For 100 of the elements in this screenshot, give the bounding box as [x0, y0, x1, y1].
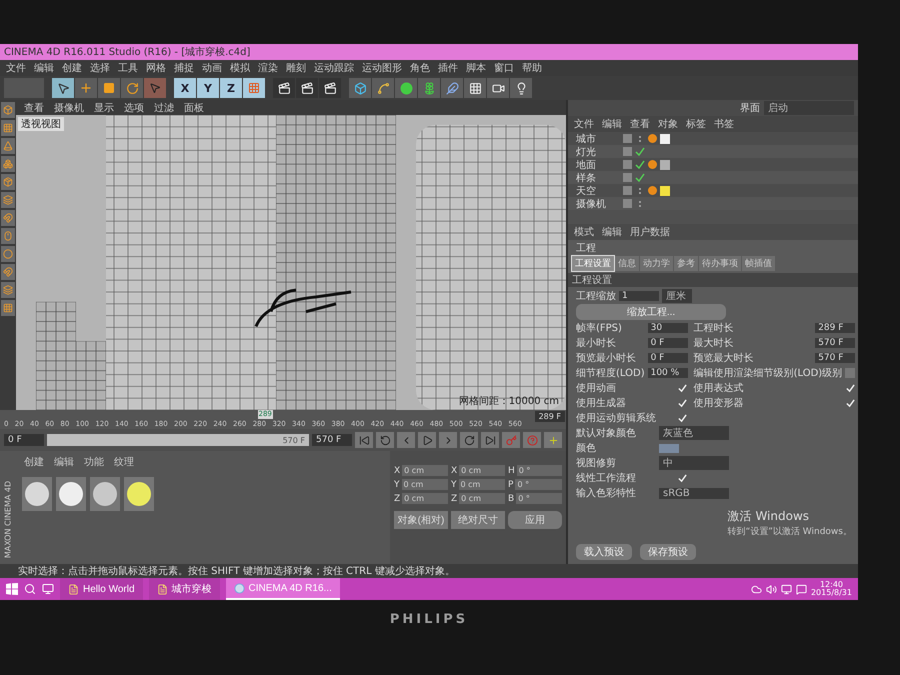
- spline-icon[interactable]: [372, 78, 394, 98]
- rotate-tool-icon[interactable]: [121, 78, 143, 98]
- render-clapper-icon[interactable]: [273, 78, 295, 98]
- menu-item[interactable]: 文件: [6, 61, 26, 75]
- clock[interactable]: 12:40 2015/8/31: [810, 581, 852, 597]
- dropdown[interactable]: sRGB: [659, 488, 729, 498]
- tab[interactable]: 工程设置: [572, 256, 614, 271]
- floor-grid-icon[interactable]: [464, 78, 486, 98]
- tool-icon[interactable]: [1, 156, 15, 172]
- menu-item[interactable]: 插件: [438, 61, 458, 75]
- checkbox[interactable]: [678, 383, 688, 393]
- preview-range-track[interactable]: 570 F: [47, 434, 309, 446]
- menu-item[interactable]: 标签: [686, 117, 706, 131]
- tab[interactable]: 帧插值: [742, 256, 775, 271]
- playback-icon[interactable]: [397, 432, 415, 448]
- playback-icon[interactable]: [355, 432, 373, 448]
- menu-item[interactable]: 脚本: [466, 61, 486, 75]
- menu-item[interactable]: 过滤: [154, 100, 174, 114]
- object-row[interactable]: 样条: [568, 171, 858, 184]
- camera-icon[interactable]: [487, 78, 509, 98]
- number-field[interactable]: 570 F: [815, 338, 856, 348]
- menu-item[interactable]: 选项: [124, 100, 144, 114]
- rotation-field[interactable]: 0 °: [516, 493, 562, 504]
- flower-icon[interactable]: [418, 78, 440, 98]
- menu-item[interactable]: 雕刻: [286, 61, 306, 75]
- apply-button[interactable]: 应用: [508, 511, 562, 529]
- move-tool-icon[interactable]: [75, 78, 97, 98]
- axis-button[interactable]: Y: [197, 78, 219, 98]
- light-bulb-icon[interactable]: [510, 78, 532, 98]
- start-icon[interactable]: [6, 583, 18, 595]
- preset-button[interactable]: 载入预设: [576, 544, 632, 560]
- tool-icon[interactable]: [1, 102, 15, 118]
- menu-item[interactable]: 查看: [24, 100, 44, 114]
- material-thumbnail[interactable]: [56, 477, 86, 511]
- scale-project-button[interactable]: 缩放工程...: [576, 304, 726, 320]
- keyframe-add-icon[interactable]: [544, 432, 562, 448]
- number-field[interactable]: 1: [619, 291, 659, 301]
- tool-icon[interactable]: [1, 210, 15, 226]
- menu-item[interactable]: 模拟: [230, 61, 250, 75]
- number-field[interactable]: 570 F: [815, 353, 856, 363]
- tool-icon[interactable]: [1, 192, 15, 208]
- check-icon[interactable]: [635, 160, 645, 170]
- menu-item[interactable]: 用户数据: [630, 225, 670, 239]
- unit-dropdown[interactable]: 厘米: [662, 289, 692, 303]
- checkbox[interactable]: [845, 368, 856, 378]
- menu-item[interactable]: 书签: [714, 117, 734, 131]
- check-icon[interactable]: [635, 146, 645, 156]
- position-field[interactable]: 0 cm: [402, 479, 448, 490]
- menu-item[interactable]: 编辑: [34, 61, 54, 75]
- number-field[interactable]: 0 F: [648, 338, 688, 348]
- menu-item[interactable]: 编辑: [602, 117, 622, 131]
- playback-icon[interactable]: [418, 432, 436, 448]
- tool-icon[interactable]: [1, 138, 15, 154]
- axis-button[interactable]: X: [174, 78, 196, 98]
- object-row[interactable]: 摄像机: [568, 197, 858, 210]
- task-view-icon[interactable]: [42, 583, 54, 595]
- menu-item[interactable]: 帮助: [522, 61, 542, 75]
- search-icon[interactable]: [24, 583, 36, 595]
- menu-item[interactable]: 摄像机: [54, 100, 84, 114]
- tool-icon[interactable]: [1, 174, 15, 190]
- size-field[interactable]: 0 cm: [458, 479, 505, 490]
- feather-icon[interactable]: [441, 78, 463, 98]
- object-row[interactable]: 城市: [568, 132, 858, 145]
- dropdown[interactable]: 灰蓝色: [659, 426, 729, 440]
- menu-item[interactable]: 编辑: [54, 455, 74, 469]
- menu-item[interactable]: 面板: [184, 100, 204, 114]
- checkbox[interactable]: [678, 413, 688, 423]
- checkbox[interactable]: [845, 383, 856, 393]
- notification-icon[interactable]: [796, 584, 807, 594]
- cloud-icon[interactable]: [750, 584, 762, 594]
- network-icon[interactable]: [780, 584, 792, 594]
- start-frame-field[interactable]: 0 F: [4, 434, 44, 446]
- tool-icon[interactable]: [1, 300, 15, 316]
- cube-icon[interactable]: [349, 78, 371, 98]
- pointer-icon[interactable]: [144, 78, 166, 98]
- number-field[interactable]: 100 %: [648, 368, 688, 378]
- tab[interactable]: 待办事项: [699, 256, 741, 271]
- tab[interactable]: 动力学: [640, 256, 673, 271]
- checkbox[interactable]: [678, 473, 688, 483]
- playback-icon[interactable]: [439, 432, 457, 448]
- end-frame-field[interactable]: 570 F: [312, 434, 352, 446]
- position-field[interactable]: 0 cm: [402, 493, 448, 504]
- menu-item[interactable]: 创建: [62, 61, 82, 75]
- menu-item[interactable]: 窗口: [494, 61, 514, 75]
- material-thumbnail[interactable]: [90, 477, 120, 511]
- tool-icon[interactable]: [1, 264, 15, 280]
- size-field[interactable]: 0 cm: [459, 493, 505, 504]
- menu-item[interactable]: 模式: [574, 225, 594, 239]
- number-field[interactable]: 289 F: [815, 323, 856, 333]
- number-field[interactable]: 30: [648, 323, 688, 333]
- current-frame-field[interactable]: 289 F: [534, 411, 565, 422]
- menu-item[interactable]: 角色: [410, 61, 430, 75]
- menu-item[interactable]: 纹理: [114, 455, 134, 469]
- render-clapper-icon[interactable]: [296, 78, 318, 98]
- taskbar-app[interactable]: Hello World: [60, 578, 142, 600]
- menu-item[interactable]: 运动跟踪: [314, 61, 354, 75]
- coordinate-mode-dropdown[interactable]: 对象(相对): [394, 511, 448, 529]
- object-row[interactable]: 天空: [568, 184, 858, 197]
- check-icon[interactable]: [635, 172, 645, 182]
- position-field[interactable]: 0 cm: [402, 465, 448, 476]
